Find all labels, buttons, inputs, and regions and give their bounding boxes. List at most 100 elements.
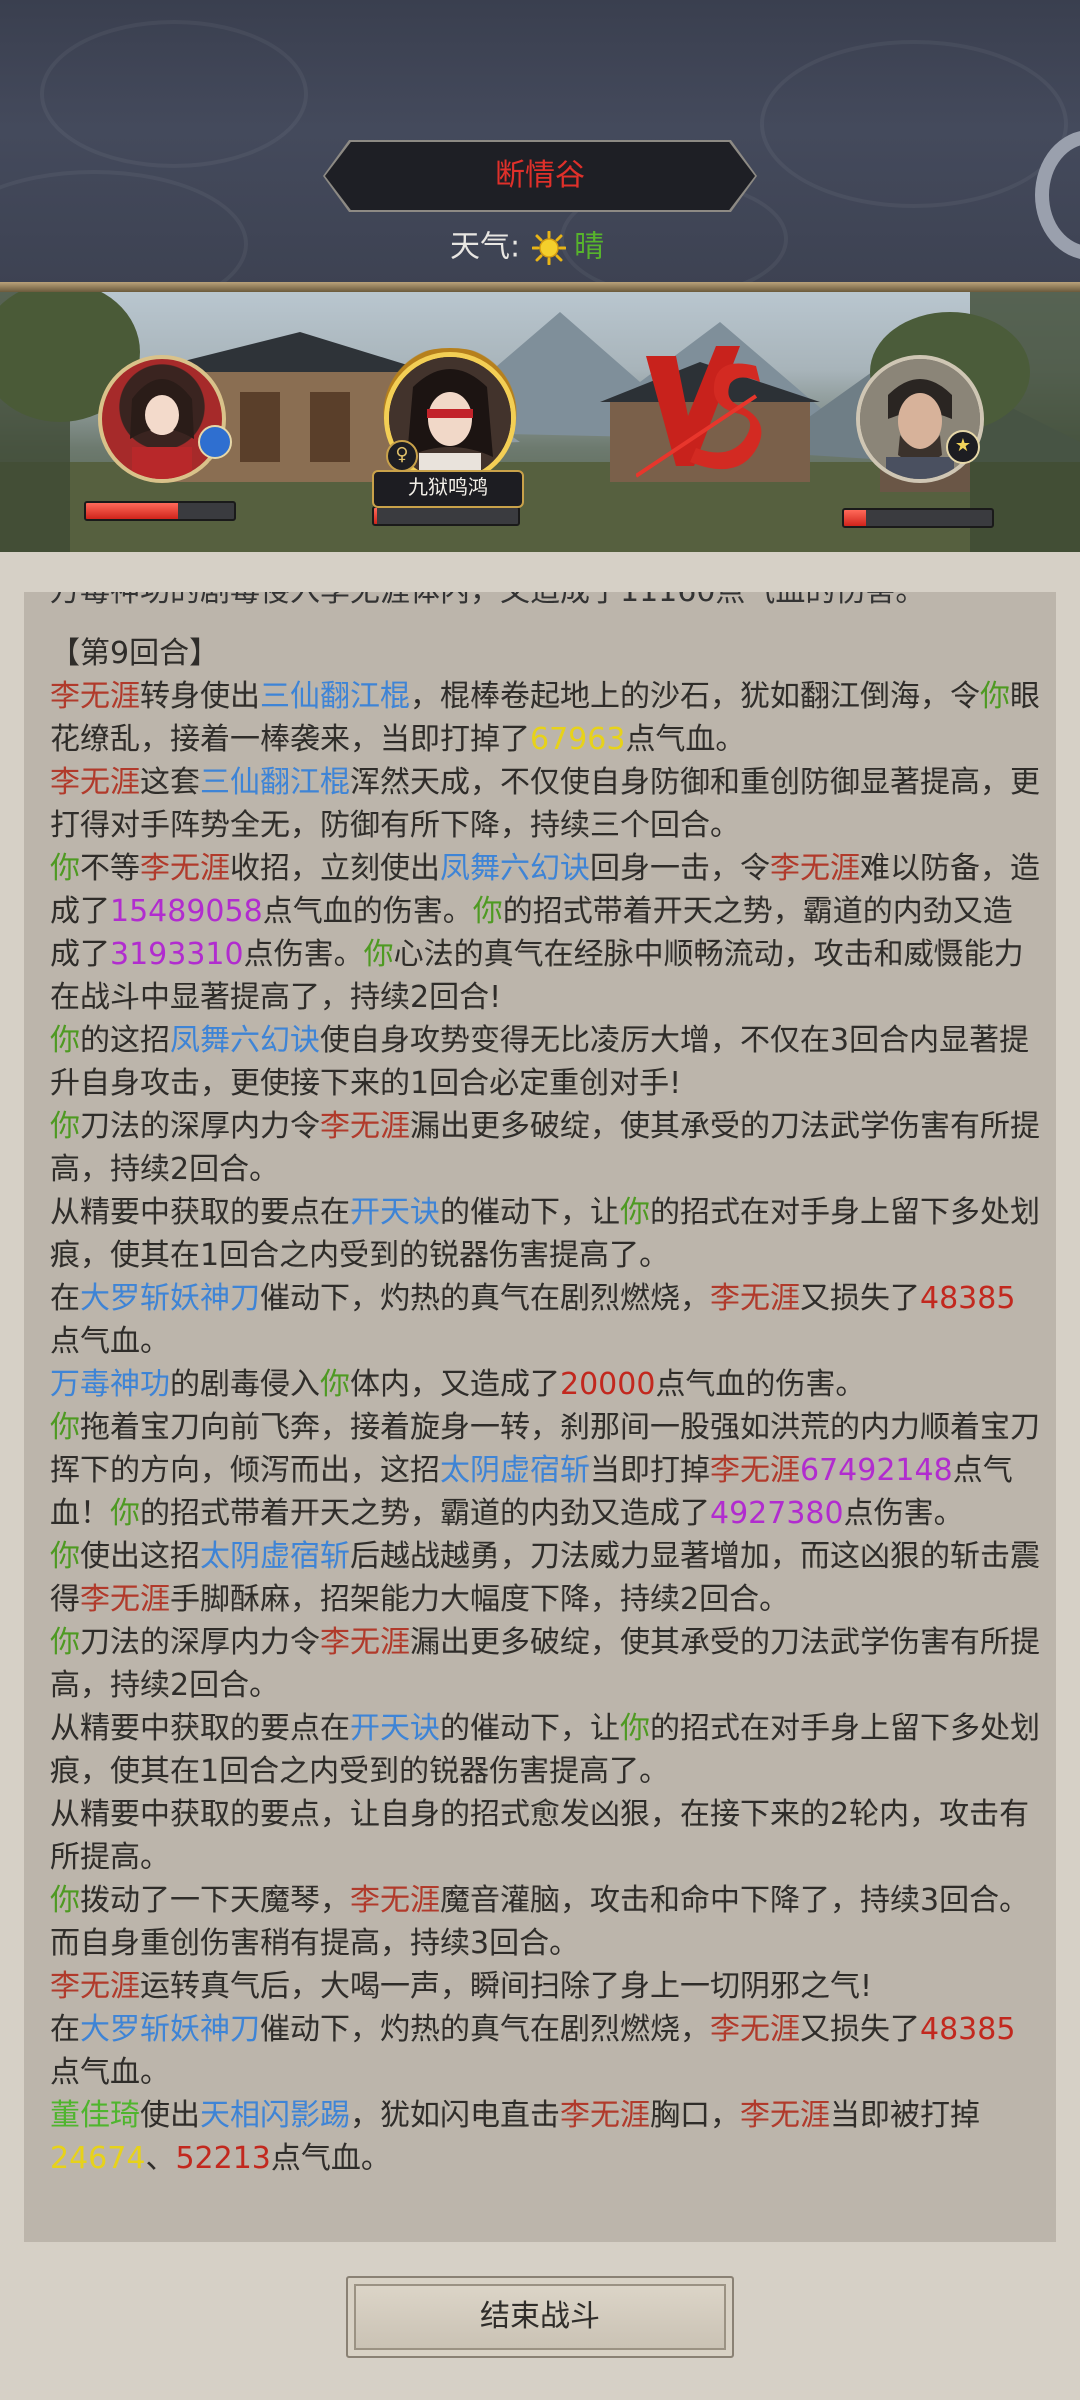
player-name: 你 <box>472 894 503 929</box>
skill-name: 万毒神功 <box>50 1367 170 1402</box>
enemy-hp-bar <box>842 508 994 528</box>
log-text-segment: 手脚酥麻，招架能力大幅度下降，持续2回合。 <box>170 1582 790 1617</box>
log-text-segment: 从精要中获取的要点，让自身的招式愈发凶狠，在接下来的2轮内，攻击有所提高。 <box>50 1797 1030 1875</box>
log-entry: 从精要中获取的要点在开天诀的催动下，让你的招式在对手身上留下多处划痕，使其在1回… <box>50 1707 1040 1793</box>
battle-log-text: 【第9回合】李无涯转身使出三仙翻江棍，棍棒卷起地上的沙石，犹如翻江倒海，令你眼花… <box>50 632 1040 2180</box>
log-entry: 你拨动了一下天魔琴，李无涯魔音灌脑，攻击和命中下降了，持续3回合。而自身重创伤害… <box>50 1879 1040 1965</box>
log-entry: 你使出这招太阴虚宿斩后越战越勇，刀法威力显著增加，而这凶狠的斩击震得李无涯手脚酥… <box>50 1535 1040 1621</box>
log-entry: 在大罗斩妖神刀催动下，灼热的真气在剧烈燃烧，李无涯又损失了48385 点气血。 <box>50 2008 1040 2094</box>
top-header: 断情谷 天气: 晴 <box>0 0 1080 288</box>
damage-number: 48385 <box>920 2012 1016 2047</box>
battle-log-panel[interactable]: 万毒神功的剧毒侵入李无涯体内，又造成了11160点气血的伤害。 【第9回合】李无… <box>24 592 1056 2242</box>
log-text-segment: 在 <box>50 1281 80 1316</box>
log-text-segment: 点气血的伤害。 <box>262 894 473 929</box>
location-title: 断情谷 <box>495 158 585 193</box>
log-entry: 你的这招凤舞六幻诀使自身攻势变得无比凌厉大增，不仅在3回合内显著提升自身攻击，更… <box>50 1019 1040 1105</box>
enemy-name: 李无涯 <box>320 1625 410 1660</box>
skill-name: 开天诀 <box>350 1195 440 1230</box>
log-entry: 万毒神功的剧毒侵入你体内，又造成了20000点气血的伤害。 <box>50 1363 1040 1406</box>
hero-name-plate: 九狱鸣鸿 <box>372 470 524 508</box>
log-entry: 从精要中获取的要点在开天诀的催动下，让你的招式在对手身上留下多处划痕，使其在1回… <box>50 1191 1040 1277</box>
player-name: 你 <box>50 1539 80 1574</box>
ally-portrait[interactable] <box>98 355 226 483</box>
skill-name: 大罗斩妖神刀 <box>80 2012 260 2047</box>
ally-badge-icon <box>198 425 232 459</box>
damage-number: 24674 <box>50 2141 146 2176</box>
enemy-name: 李无涯 <box>740 2098 830 2133</box>
end-battle-button[interactable]: 结束战斗 <box>346 2276 734 2358</box>
log-text-segment: 催动下，灼热的真气在剧烈燃烧， <box>260 2012 710 2047</box>
log-text-segment: 转身使出 <box>140 679 260 714</box>
log-text-segment: 刀法的深厚内力令 <box>80 1109 320 1144</box>
ally-hp-fill <box>86 503 178 519</box>
vs-icon <box>634 336 766 486</box>
skill-name: 凤舞六幻诀 <box>440 851 590 886</box>
log-entry: 在大罗斩妖神刀催动下，灼热的真气在剧烈燃烧，李无涯又损失了48385 点气血。 <box>50 1277 1040 1363</box>
player-name: 你 <box>620 1195 650 1230</box>
log-text-segment: 的这招 <box>80 1023 170 1058</box>
log-text-segment: ，棍棒卷起地上的沙石，犹如翻江倒海，令 <box>410 679 980 714</box>
skill-name: 凤舞六幻诀 <box>170 1023 320 1058</box>
log-text-segment: 收招，立刻使出 <box>230 851 440 886</box>
battle-log-cut-line-wrapper: 万毒神功的剧毒侵入李无涯体内，又造成了11160点气血的伤害。 <box>24 592 1056 610</box>
log-text-segment: 点伤害。 <box>843 1496 964 1531</box>
cloud-decoration <box>760 40 1068 208</box>
log-text-segment: 、 <box>145 2141 176 2176</box>
log-text-segment: 使出 <box>140 2098 200 2133</box>
enemy-name: 李无涯 <box>710 1281 800 1316</box>
log-text-segment: 从精要中获取的要点在 <box>50 1711 350 1746</box>
log-text-segment: 使出这招 <box>80 1539 200 1574</box>
log-text-segment: 点气血。 <box>625 722 746 757</box>
log-entry: 李无涯这套三仙翻江棍浑然天成，不仅使自身防御和重创防御显著提高，更打得对手阵势全… <box>50 761 1040 847</box>
log-text-segment: 催动下，灼热的真气在剧烈燃烧， <box>260 1281 710 1316</box>
log-text-segment: 当即打掉 <box>590 1453 710 1488</box>
skill-name: 天相闪影踢 <box>200 2098 350 2133</box>
log-text-segment: 的催动下，让 <box>440 1711 620 1746</box>
log-entry: 你拖着宝刀向前飞奔，接着旋身一转，刹那间一股强如洪荒的内力顺着宝刀挥下的方向，倾… <box>50 1406 1040 1535</box>
log-entry: 你刀法的深厚内力令李无涯漏出更多破绽，使其承受的刀法武学伤害有所提高，持续2回合… <box>50 1105 1040 1191</box>
player-name: 你 <box>320 1367 350 1402</box>
log-round-header: 【第9回合】 <box>50 636 220 671</box>
skill-name: 太阴虚宿斩 <box>440 1453 590 1488</box>
log-text-segment: 点气血。 <box>50 2055 170 2090</box>
log-entry: 董佳琦使出天相闪影踢，犹如闪电直击李无涯胸口，李无涯当即被打掉24674、522… <box>50 2094 1040 2180</box>
log-text-segment: 的剧毒侵入 <box>170 1367 320 1402</box>
ally-face <box>130 379 194 479</box>
log-entry: 你刀法的深厚内力令李无涯漏出更多破绽，使其承受的刀法武学伤害有所提高，持续2回合… <box>50 1621 1040 1707</box>
player-name: 你 <box>50 1410 80 1445</box>
player-name: 你 <box>980 679 1010 714</box>
weather-value: 晴 <box>574 229 605 265</box>
log-text-segment: 从精要中获取的要点在 <box>50 1195 350 1230</box>
enemy-name: 李无涯 <box>710 1453 800 1488</box>
log-text-segment: 拨动了一下天魔琴， <box>80 1883 350 1918</box>
enemy-name: 李无涯 <box>350 1883 440 1918</box>
cloud-decoration <box>40 20 308 168</box>
player-name: 你 <box>50 1109 80 1144</box>
damage-number: 48385 <box>920 1281 1016 1316</box>
player-name: 你 <box>50 1883 80 1918</box>
damage-number: 15489058 <box>110 894 263 929</box>
enemy-badge-icon: ★ <box>946 430 980 464</box>
damage-number: 67492148 <box>800 1453 953 1488</box>
skill-name: 开天诀 <box>350 1711 440 1746</box>
enemy-name: 李无涯 <box>50 679 140 714</box>
cloud-decoration <box>0 170 248 288</box>
log-text-segment: 又损失了 <box>800 1281 920 1316</box>
log-text-segment: 不等 <box>80 851 140 886</box>
log-entry: 【第9回合】 <box>50 632 1040 675</box>
log-entry: 从精要中获取的要点，让自身的招式愈发凶狠，在接下来的2轮内，攻击有所提高。 <box>50 1793 1040 1879</box>
log-entry: 李无涯转身使出三仙翻江棍，棍棒卷起地上的沙石，犹如翻江倒海，令你眼花缭乱，接着一… <box>50 675 1040 761</box>
damage-number: 3193310 <box>110 937 244 972</box>
log-text-segment: 胸口， <box>650 2098 740 2133</box>
log-text-segment: 的招式带着开天之势，霸道的内劲又造成了 <box>140 1496 710 1531</box>
log-text-segment: 又损失了 <box>800 2012 920 2047</box>
enemy-name: 李无涯 <box>50 1969 140 2004</box>
log-text-segment: 在 <box>50 2012 80 2047</box>
damage-number: 20000 <box>560 1367 656 1402</box>
enemy-name: 李无涯 <box>770 851 860 886</box>
log-text-segment: 体内，又造成了 <box>350 1367 560 1402</box>
enemy-name: 李无涯 <box>50 765 140 800</box>
log-text-segment: ，犹如闪电直击 <box>350 2098 560 2133</box>
player-name: 你 <box>620 1711 650 1746</box>
enemy-name: 李无涯 <box>560 2098 650 2133</box>
